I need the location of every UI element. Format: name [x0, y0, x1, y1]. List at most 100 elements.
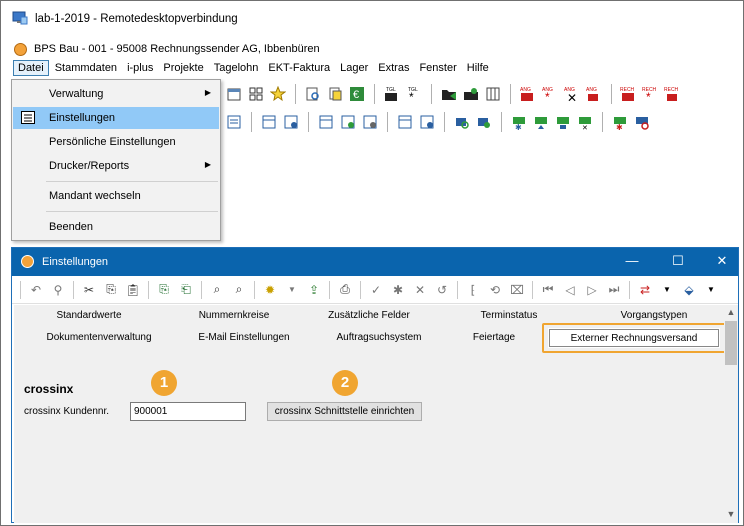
next-record-icon[interactable]: ▷: [583, 281, 601, 299]
find-icon[interactable]: ⌕: [208, 281, 226, 299]
copy-record-icon[interactable]: ⎘: [155, 281, 173, 299]
db-up-icon[interactable]: [532, 113, 550, 131]
einstellungen-dialog: Einstellungen — ☐ ✕ ↶ ⚲ ✂ ⎘ 📋︎ ⎘ ⎗ ⌕ ⌕ ✹…: [11, 247, 739, 523]
menu-stammdaten[interactable]: Stammdaten: [51, 61, 121, 75]
menu-hilfe[interactable]: Hilfe: [463, 61, 493, 75]
maximize-button[interactable]: ☐: [658, 253, 698, 271]
toolbar-separator: [532, 280, 533, 299]
rech-icon[interactable]: RECH: [620, 85, 638, 103]
ang-new-icon[interactable]: ANG *: [541, 85, 559, 103]
doc-table-icon[interactable]: [260, 113, 278, 131]
doc-list-icon[interactable]: [225, 113, 243, 131]
minimize-button[interactable]: —: [612, 253, 652, 271]
ang-icon[interactable]: ANG: [519, 85, 537, 103]
svg-text:✱: ✱: [616, 123, 623, 130]
setup-interface-button[interactable]: crossinx Schnittstelle einrichten: [267, 402, 422, 421]
menu-item-beenden[interactable]: Beenden: [13, 216, 219, 238]
toolbar-separator: [629, 280, 630, 299]
star-icon[interactable]: [269, 85, 287, 103]
menu-item-verwaltung[interactable]: Verwaltung ▶: [13, 83, 219, 105]
menu-ekt-faktura[interactable]: EKT-Faktura: [264, 61, 334, 75]
dropdown-arrow-icon[interactable]: ▼: [283, 281, 301, 299]
calendar-icon[interactable]: [225, 85, 243, 103]
db-add-icon[interactable]: ✱: [510, 113, 528, 131]
ang-delete-icon[interactable]: ANG ✕: [563, 85, 581, 103]
tab-nummernkreise[interactable]: Nummernkreise: [174, 307, 294, 325]
check-icon[interactable]: ✓: [367, 281, 385, 299]
tgl-icon[interactable]: TGL: [383, 85, 401, 103]
menu-item-einstellungen[interactable]: Einstellungen: [13, 107, 219, 129]
undo-record-icon[interactable]: ↺: [433, 281, 451, 299]
scroll-up-icon[interactable]: ▲: [724, 305, 738, 319]
menu-fenster[interactable]: Fenster: [415, 61, 460, 75]
copy-doc-icon[interactable]: [326, 85, 344, 103]
db-edit-icon[interactable]: [554, 113, 572, 131]
doc-table-3-icon[interactable]: [396, 113, 414, 131]
doc-edit-icon[interactable]: [282, 113, 300, 131]
refresh-icon[interactable]: ⟲: [486, 281, 504, 299]
db-red-add-icon[interactable]: ✱: [611, 113, 629, 131]
assign-icon[interactable]: ⬙: [680, 281, 698, 299]
doc-user-icon[interactable]: [418, 113, 436, 131]
tab-auftragsuchsystem[interactable]: Auftragsuchsystem: [309, 329, 449, 347]
grid-small-icon[interactable]: [484, 85, 502, 103]
print-icon[interactable]: ⎙: [336, 281, 354, 299]
doc-settings-icon[interactable]: [361, 113, 379, 131]
rech-transfer-icon[interactable]: RECH: [664, 85, 682, 103]
asterisk-icon[interactable]: ✱: [389, 281, 407, 299]
transfer-icon[interactable]: ⇄: [636, 281, 654, 299]
first-record-icon[interactable]: ⏮: [539, 281, 557, 299]
gear-icon[interactable]: ✹: [261, 281, 279, 299]
scrollbar-thumb[interactable]: [725, 321, 737, 365]
menu-item-drucker-reports[interactable]: Drucker/Reports ▶: [13, 155, 219, 177]
undo-icon[interactable]: ↶: [27, 281, 45, 299]
ang-transfer-icon[interactable]: ANG: [585, 85, 603, 103]
paste-record-icon[interactable]: ⎗: [177, 281, 195, 299]
customer-number-field[interactable]: [130, 402, 246, 421]
db-user-icon[interactable]: [475, 113, 493, 131]
tab-email-einstellungen[interactable]: E-Mail Einstellungen: [179, 329, 309, 347]
dropdown-arrow-icon[interactable]: ▼: [658, 281, 676, 299]
menu-item-persoenliche-einstellungen[interactable]: Persönliche Einstellungen: [13, 131, 219, 153]
menu-tagelohn[interactable]: Tagelohn: [210, 61, 263, 75]
last-record-icon[interactable]: ⏭: [605, 281, 623, 299]
tgl-new-icon[interactable]: TGL *: [405, 85, 423, 103]
doc-table-2-icon[interactable]: [317, 113, 335, 131]
search-doc-icon[interactable]: [304, 85, 322, 103]
tab-zusaetzliche-felder[interactable]: Zusätzliche Felder: [299, 307, 439, 325]
submenu-arrow-icon: ▶: [204, 88, 211, 97]
db-delete-icon[interactable]: ✕: [576, 113, 594, 131]
grid-icon[interactable]: [247, 85, 265, 103]
dropdown-arrow-icon[interactable]: ▼: [702, 281, 720, 299]
rech-new-icon[interactable]: RECH *: [642, 85, 660, 103]
tab-externer-rechnungsversand[interactable]: Externer Rechnungsversand: [549, 329, 719, 347]
db-search-icon[interactable]: [453, 113, 471, 131]
find-next-icon[interactable]: ⌕: [230, 281, 248, 299]
menu-i-plus[interactable]: i-plus: [123, 61, 157, 75]
tab-feiertage[interactable]: Feiertage: [454, 329, 534, 347]
folder-open-icon[interactable]: [440, 85, 458, 103]
close-button[interactable]: ✕: [702, 253, 742, 271]
menu-lager[interactable]: Lager: [336, 61, 372, 75]
euro-icon[interactable]: €: [348, 85, 366, 103]
paste-icon[interactable]: 📋︎: [124, 281, 142, 299]
menu-extras[interactable]: Extras: [374, 61, 413, 75]
vertical-scrollbar[interactable]: ▲ ▼: [724, 305, 738, 523]
menu-item-mandant-wechseln[interactable]: Mandant wechseln: [13, 185, 219, 207]
copy-icon[interactable]: ⎘: [102, 281, 120, 299]
cut-icon[interactable]: ✂: [80, 281, 98, 299]
menu-datei[interactable]: Datei: [13, 60, 49, 76]
doc-check-icon[interactable]: [339, 113, 357, 131]
export-icon[interactable]: ⇪: [305, 281, 323, 299]
db-red-search-icon[interactable]: [633, 113, 651, 131]
bracket-icon[interactable]: ⁅: [464, 281, 482, 299]
search-icon[interactable]: ⚲: [49, 281, 67, 299]
prev-record-icon[interactable]: ◁: [561, 281, 579, 299]
menu-projekte[interactable]: Projekte: [159, 61, 207, 75]
delete-icon[interactable]: ✕: [411, 281, 429, 299]
filter-clear-icon[interactable]: ⌧: [508, 281, 526, 299]
folder-share-icon[interactable]: [462, 85, 480, 103]
scroll-down-icon[interactable]: ▼: [724, 507, 738, 521]
tab-standardwerte[interactable]: Standardwerte: [24, 307, 154, 325]
tab-dokumentenverwaltung[interactable]: Dokumentenverwaltung: [24, 329, 174, 347]
